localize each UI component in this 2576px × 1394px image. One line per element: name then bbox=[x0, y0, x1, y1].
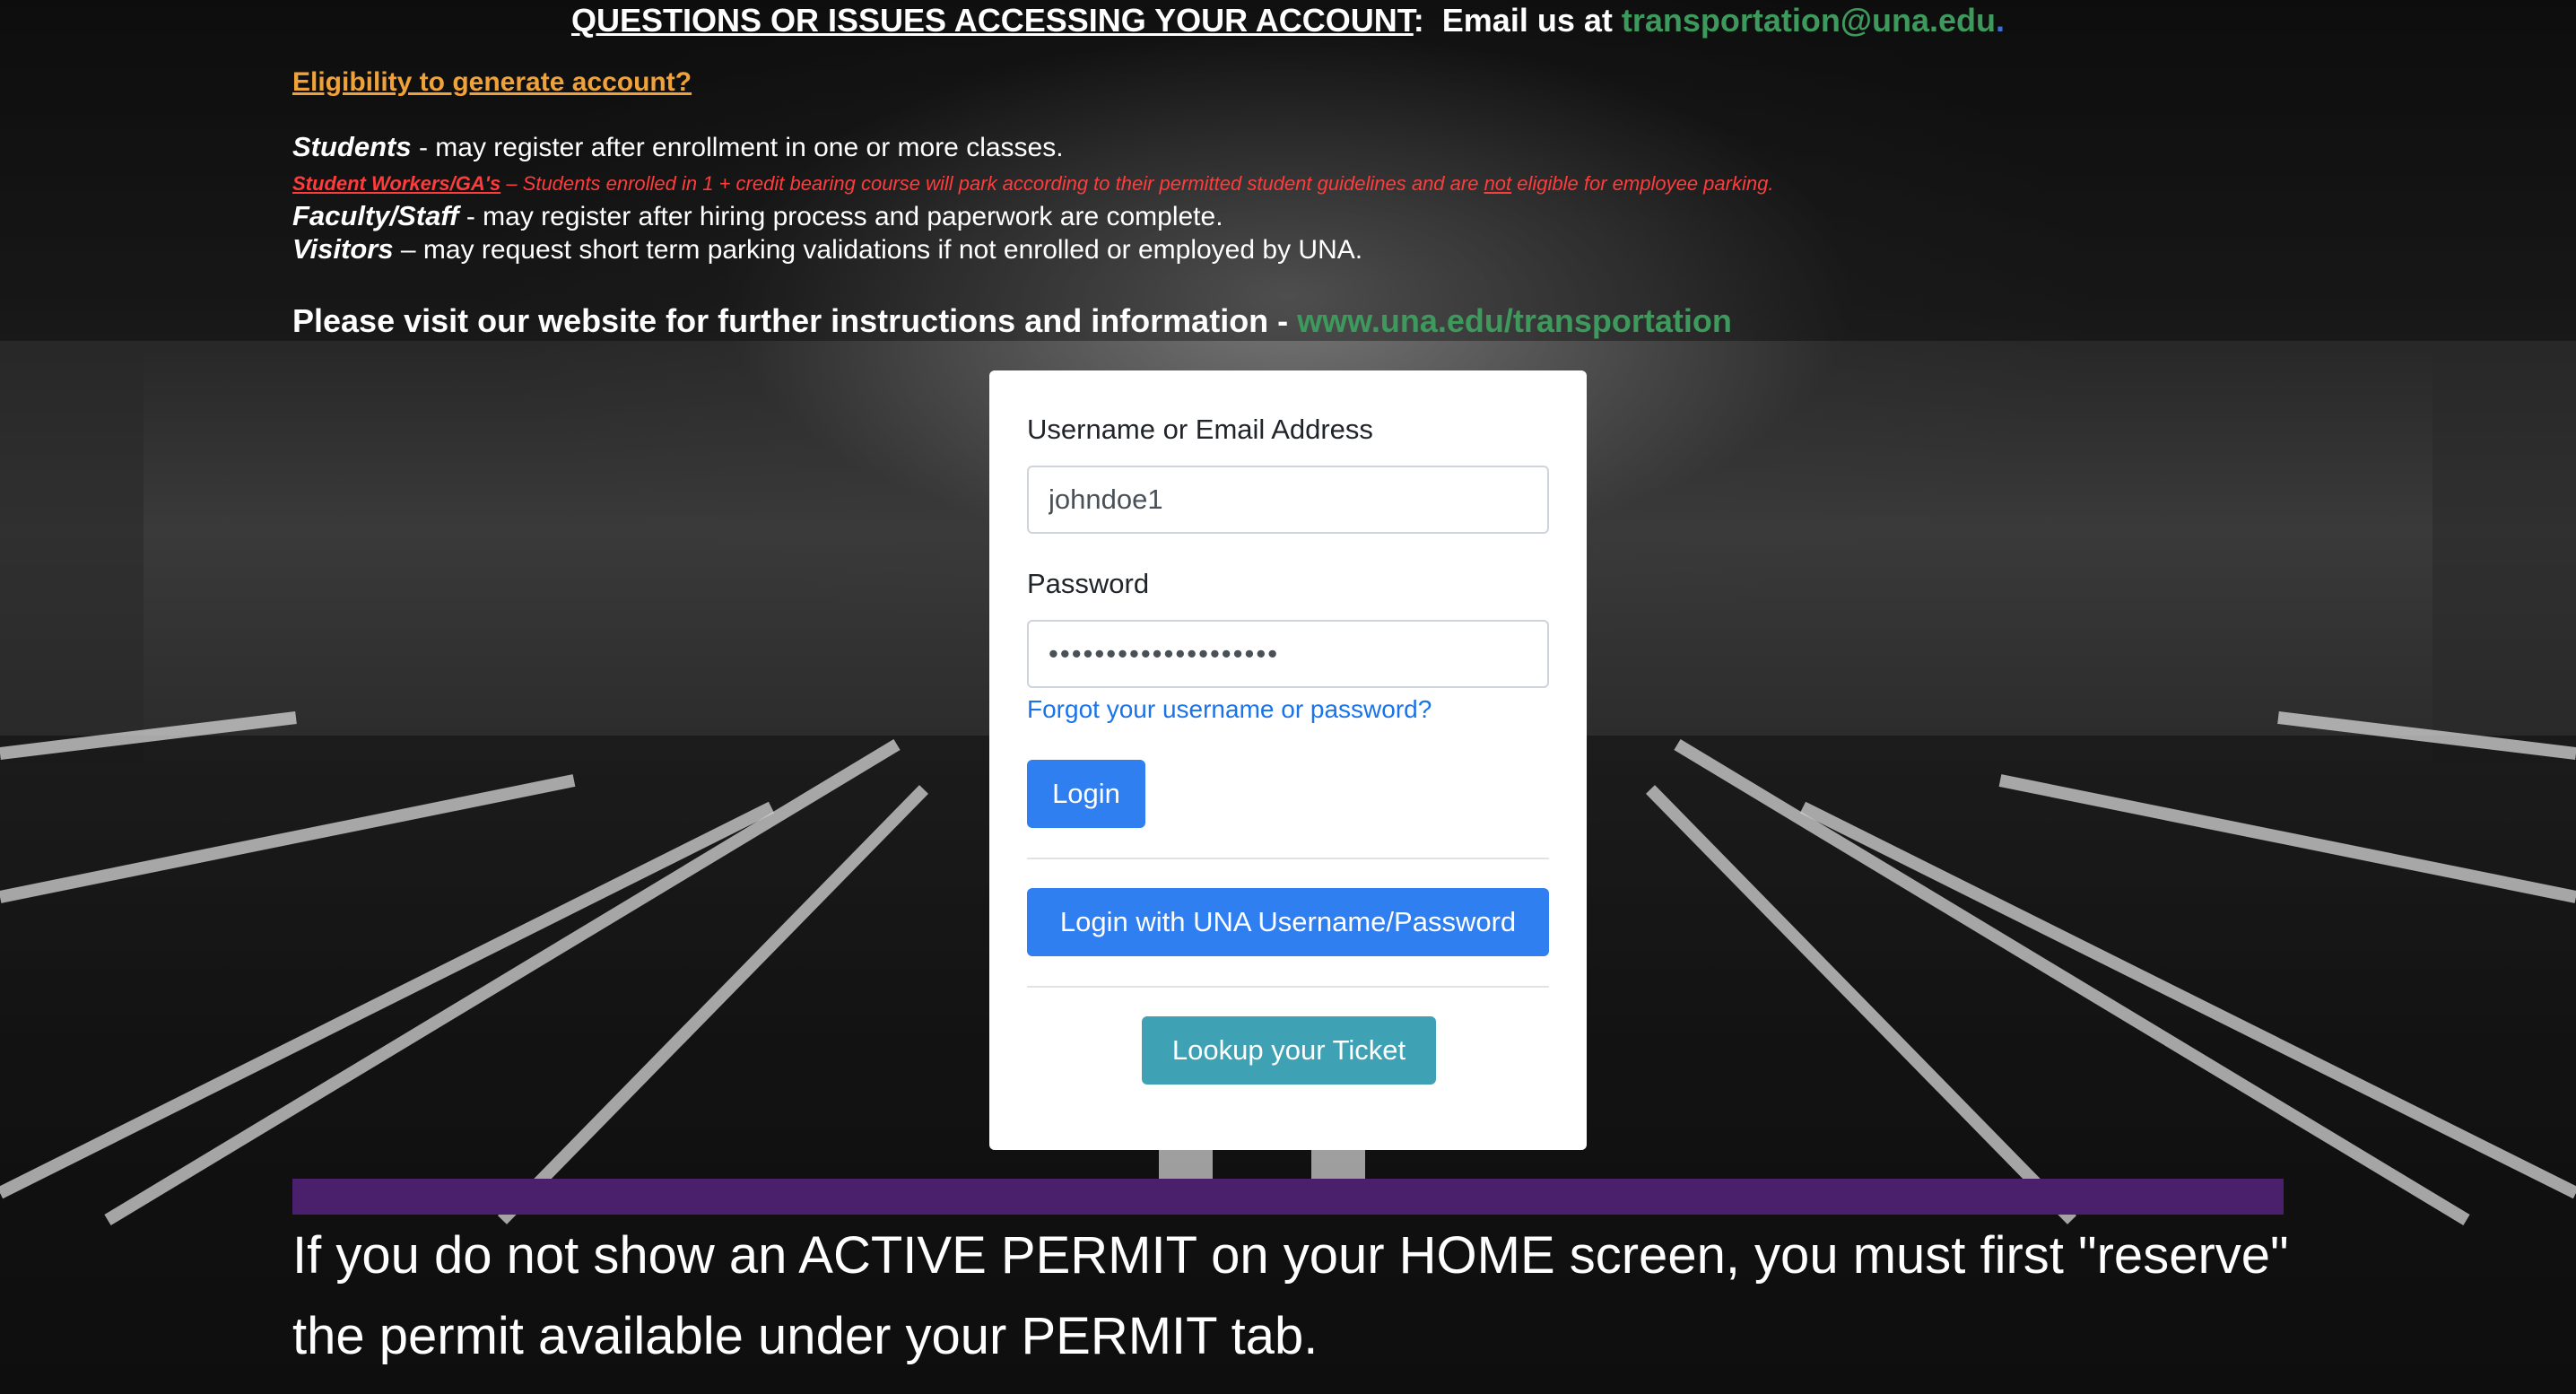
email-dot: . bbox=[1996, 2, 2006, 39]
website-link[interactable]: www.una.edu/transportation bbox=[1297, 302, 1732, 339]
forgot-credentials-link[interactable]: Forgot your username or password? bbox=[1027, 695, 1432, 724]
lookup-ticket-button[interactable]: Lookup your Ticket bbox=[1142, 1016, 1436, 1085]
divider bbox=[1027, 858, 1549, 859]
eligibility-link[interactable]: Eligibility to generate account? bbox=[292, 67, 692, 98]
password-input[interactable] bbox=[1027, 620, 1549, 688]
una-login-button[interactable]: Login with UNA Username/Password bbox=[1027, 888, 1549, 956]
username-input[interactable] bbox=[1027, 466, 1549, 534]
email-prefix: Email us at bbox=[1441, 2, 1613, 39]
page-content: QUESTIONS OR ISSUES ACCESSING YOUR ACCOU… bbox=[0, 0, 2576, 1394]
questions-heading: QUESTIONS OR ISSUES ACCESSING YOUR ACCOU… bbox=[570, 2, 1414, 39]
purple-divider-bar bbox=[292, 1179, 2284, 1215]
questions-colon: : bbox=[1413, 2, 1424, 39]
visitors-label: Visitors bbox=[292, 233, 394, 265]
website-line: Please visit our website for further ins… bbox=[292, 302, 1732, 340]
username-label: Username or Email Address bbox=[1027, 414, 1373, 445]
student-workers-text-2: eligible for employee parking. bbox=[1511, 172, 1774, 195]
permit-notice: If you do not show an ACTIVE PERMIT on y… bbox=[292, 1226, 2289, 1365]
student-workers-label: Student Workers/GA's bbox=[292, 172, 501, 195]
faculty-text: - may register after hiring process and … bbox=[458, 202, 1223, 231]
password-label: Password bbox=[1027, 568, 1150, 599]
visitors-text: – may request short term parking validat… bbox=[393, 235, 1363, 265]
faculty-label: Faculty/Staff bbox=[292, 200, 459, 231]
website-text: Please visit our website for further ins… bbox=[292, 302, 1298, 339]
email-link[interactable]: transportation@una.edu bbox=[1622, 2, 1996, 39]
visitors-line: Visitors – may request short term parkin… bbox=[292, 233, 1362, 266]
divider bbox=[1027, 986, 1549, 988]
faculty-line: Faculty/Staff - may register after hirin… bbox=[292, 200, 1223, 233]
students-line: Students - may register after enrollment… bbox=[292, 131, 1064, 164]
student-workers-not: not bbox=[1484, 172, 1512, 195]
student-workers-text-1: – Students enrolled in 1 + credit bearin… bbox=[500, 172, 1484, 195]
students-label: Students bbox=[292, 131, 412, 162]
login-card: Username or Email Address Password Forgo… bbox=[989, 370, 1587, 1150]
students-text: - may register after enrollment in one o… bbox=[411, 133, 1064, 162]
login-button[interactable]: Login bbox=[1027, 760, 1145, 828]
contact-line: QUESTIONS OR ISSUES ACCESSING YOUR ACCOU… bbox=[0, 2, 2576, 39]
student-workers-line: Student Workers/GA's – Students enrolled… bbox=[292, 172, 1773, 196]
